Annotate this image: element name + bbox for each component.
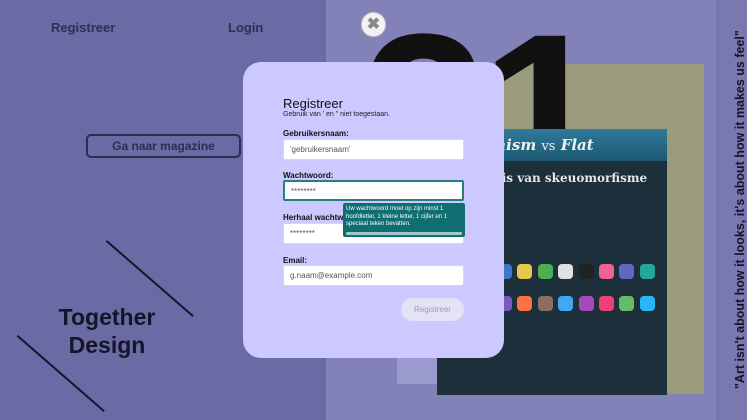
password-tooltip: Uw wachtwoord moet op zijn minst 1 hoofd… bbox=[343, 203, 465, 237]
password-input[interactable]: ******** bbox=[283, 180, 464, 201]
together-text: Together bbox=[58, 304, 156, 330]
close-icon[interactable]: ✖ bbox=[361, 12, 386, 37]
tooltip-strength-bar bbox=[346, 232, 462, 235]
modal-title: Registreer bbox=[283, 96, 343, 111]
design-text: Design bbox=[68, 332, 146, 358]
article-title-right: Flat bbox=[560, 136, 594, 154]
nav-register-link[interactable]: Registreer bbox=[51, 20, 115, 35]
nav-login-link[interactable]: Login bbox=[228, 20, 263, 35]
register-modal: Registreer Gebruik van ' en " niet toege… bbox=[243, 62, 504, 358]
password-label: Wachtwoord: bbox=[283, 171, 334, 180]
username-input[interactable]: 'gebruikersnaam' bbox=[283, 139, 464, 160]
email-label: Email: bbox=[283, 256, 308, 265]
vertical-quote: "Art isn't about how it looks, it's abou… bbox=[733, 30, 747, 389]
article-title-vs: vs bbox=[541, 139, 556, 154]
username-label: Gebruikersnaam: bbox=[283, 129, 349, 138]
email-input[interactable]: g.naam@example.com bbox=[283, 265, 464, 286]
tooltip-text: Uw wachtwoord moet op zijn minst 1 hoofd… bbox=[346, 206, 448, 227]
register-submit-button[interactable]: Registreer bbox=[401, 298, 464, 321]
together-design-logo: Together Design bbox=[40, 303, 174, 359]
go-to-magazine-button[interactable]: Ga naar magazine bbox=[86, 134, 241, 158]
app-icons-image bbox=[497, 264, 657, 324]
modal-hint: Gebruik van ' en " niet toegestaan. bbox=[283, 111, 390, 118]
